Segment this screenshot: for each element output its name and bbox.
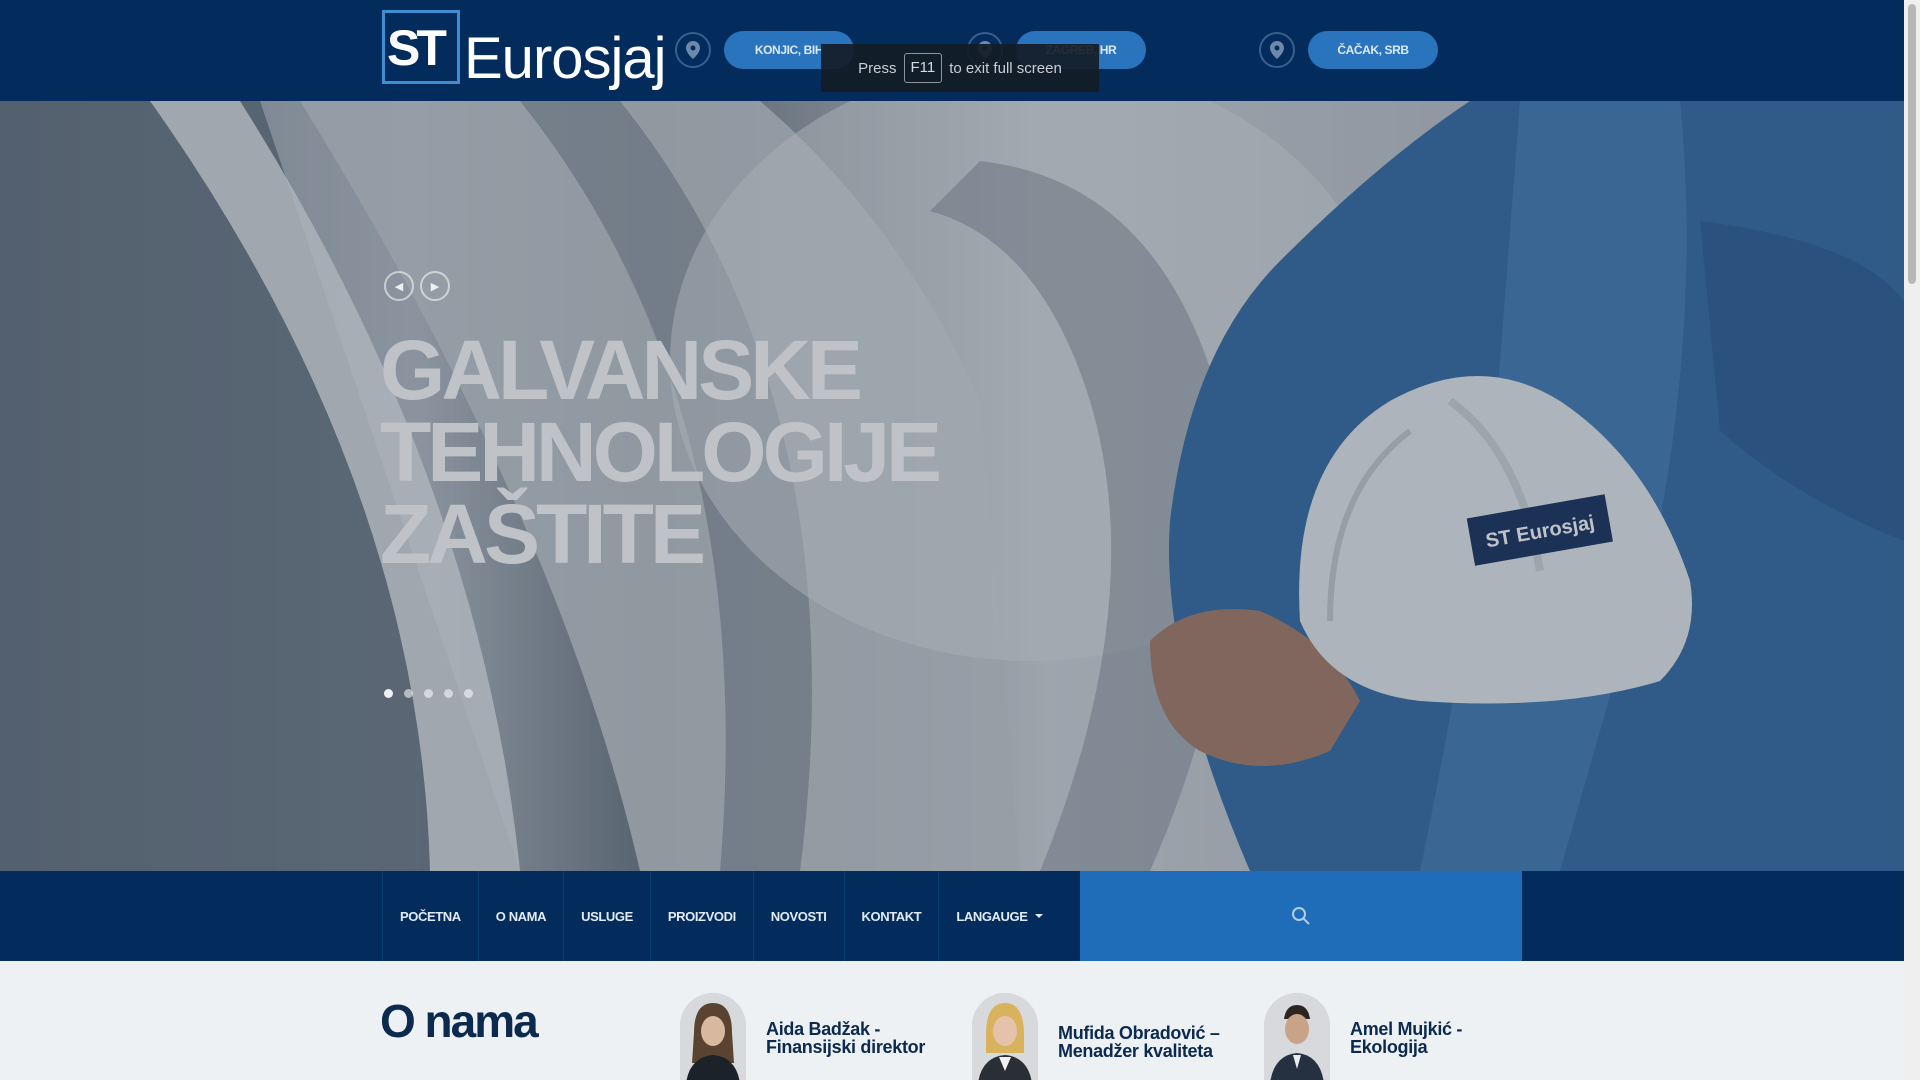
- fullscreen-notice-press: Press: [858, 59, 897, 77]
- main-navigation: POČETNA O NAMA USLUGE PROIZVODI NOVOSTI …: [0, 871, 1904, 963]
- hero-title-line-3: ZAŠTITE: [380, 487, 706, 581]
- caret-down-icon: [1034, 914, 1043, 918]
- nav-item-pocetna[interactable]: POČETNA: [382, 871, 478, 961]
- hero-title: GALVANSKE TEHNOLOGIJE ZAŠTITE: [380, 323, 1140, 581]
- location-button-cacak[interactable]: ČAČAK, SRB: [1308, 31, 1438, 69]
- nav-menu: POČETNA O NAMA USLUGE PROIZVODI NOVOSTI …: [382, 871, 1060, 961]
- map-pin-icon: [675, 32, 711, 68]
- nav-item-novosti[interactable]: NOVOSTI: [752, 871, 844, 961]
- nav-language-label: LANGAUGE: [956, 908, 1028, 924]
- team-member-name: Aida Badžak - Finansijski direktor: [766, 1020, 966, 1056]
- slider-dot-5[interactable]: [464, 689, 473, 698]
- page: ST Eurosjaj KONJIC, BIH ZAGREB, HR ČAČAK…: [0, 0, 1904, 1080]
- slider-next-button[interactable]: ▶: [420, 271, 450, 301]
- nav-item-language[interactable]: LANGAUGE: [938, 871, 1059, 961]
- fullscreen-notice-key: F11: [903, 53, 943, 83]
- nav-item-usluge[interactable]: USLUGE: [563, 871, 650, 961]
- avatar: [680, 993, 746, 1080]
- avatar: [972, 993, 1038, 1080]
- team-member-name: Mufida Obradović – Menadžer kvaliteta: [1058, 1024, 1258, 1060]
- team-member-name-line1: Amel Mujkić -: [1350, 1019, 1463, 1039]
- slider-dot-3[interactable]: [424, 689, 433, 698]
- logo-wordmark: Eurosjaj: [464, 26, 667, 91]
- team-member-role: Finansijski direktor: [766, 1037, 926, 1057]
- map-pin-icon: [1259, 32, 1295, 68]
- chevron-left-icon: ◀: [394, 280, 404, 293]
- scrollbar-thumb[interactable]: [1908, 4, 1916, 284]
- team-member-name-line1: Aida Badžak -: [766, 1019, 881, 1039]
- search-box: [1080, 871, 1526, 963]
- fullscreen-notice: Press F11 to exit full screen: [821, 44, 1099, 92]
- hero-title-line-2: TEHNOLOGIJE: [380, 405, 942, 499]
- slider-dot-1[interactable]: [384, 689, 393, 698]
- chevron-right-icon: ▶: [430, 280, 440, 293]
- nav-item-o-nama[interactable]: O NAMA: [477, 871, 563, 961]
- team-member-role: Ekologija: [1350, 1037, 1428, 1057]
- hero-title-line-1: GALVANSKE: [380, 323, 863, 417]
- vertical-scrollbar[interactable]: [1904, 0, 1920, 1080]
- slider-dot-2[interactable]: [404, 689, 413, 698]
- logo-st-mark: ST: [382, 10, 460, 84]
- slider-prev-button[interactable]: ◀: [384, 271, 414, 301]
- site-logo[interactable]: ST Eurosjaj: [382, 10, 667, 92]
- nav-item-proizvodi[interactable]: PROIZVODI: [649, 871, 753, 961]
- avatar: [1264, 993, 1330, 1080]
- hero-slider: ST Eurosjaj ◀ ▶ GALVANSKE TEHNOLOGIJE ZA…: [0, 101, 1904, 871]
- team-member-name: Amel Mujkić - Ekologija: [1350, 1020, 1550, 1056]
- fullscreen-notice-text: to exit full screen: [949, 59, 1062, 77]
- section-title-about: O nama: [380, 995, 539, 1047]
- search-icon[interactable]: [1291, 906, 1311, 926]
- team-member-name-line1: Mufida Obradović –: [1058, 1023, 1220, 1043]
- slider-pagination: [384, 689, 473, 698]
- team-member-role: Menadžer kvaliteta: [1058, 1041, 1213, 1061]
- nav-item-kontakt[interactable]: KONTAKT: [843, 871, 939, 961]
- slider-dot-4[interactable]: [444, 689, 453, 698]
